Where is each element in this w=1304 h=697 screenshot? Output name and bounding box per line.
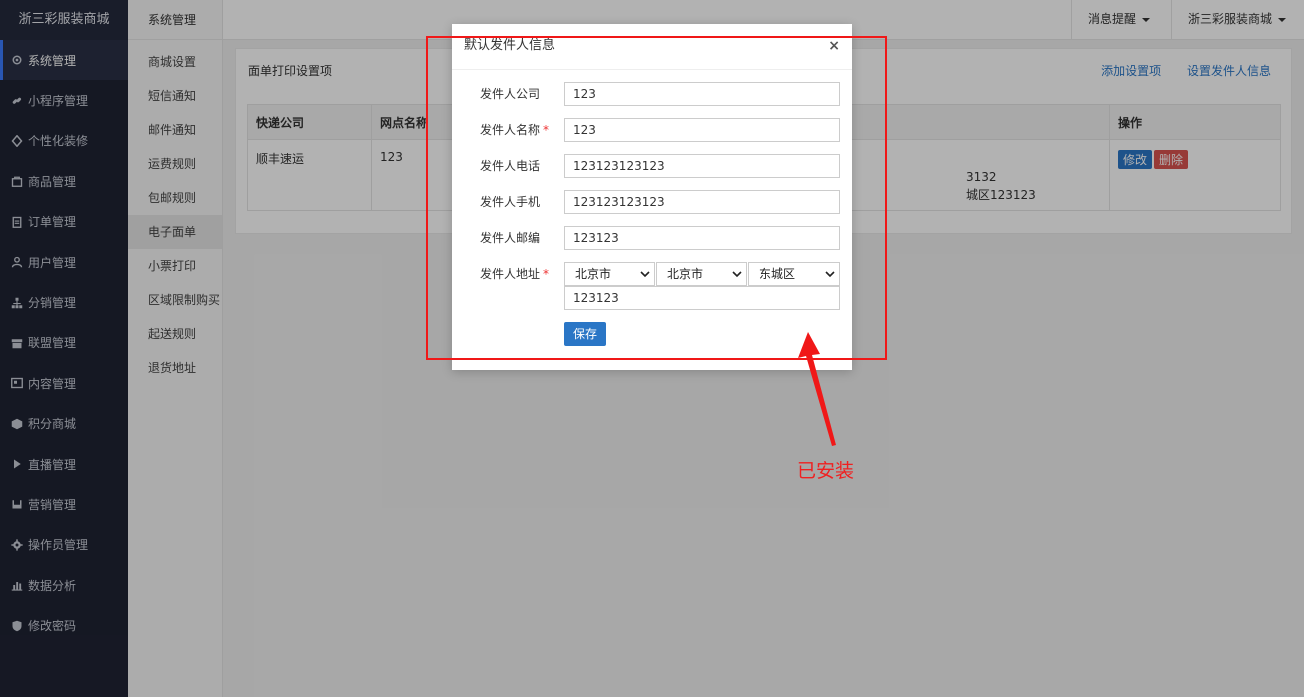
annotation-arrow-icon [798, 332, 836, 446]
annotation-text: 已安装 [797, 460, 855, 482]
annotation-highlight-box [426, 36, 887, 360]
